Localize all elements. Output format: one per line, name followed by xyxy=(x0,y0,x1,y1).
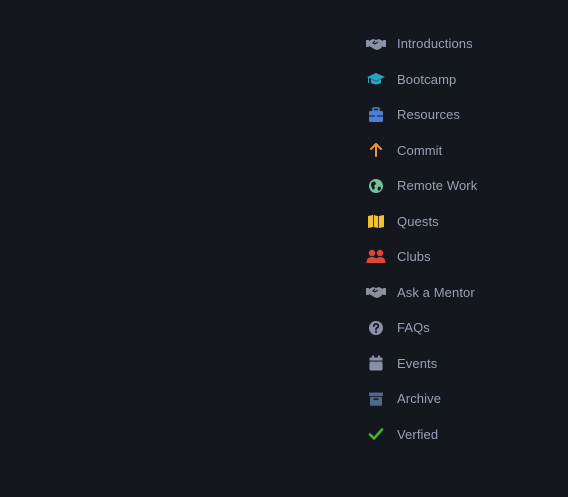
nav-item-resources[interactable]: Resources xyxy=(366,97,566,133)
nav-item-label: FAQs xyxy=(397,320,430,336)
nav-item-label: Verfied xyxy=(397,426,439,442)
nav-item-ask-a-mentor[interactable]: Ask a Mentor xyxy=(366,275,566,311)
nav-item-events[interactable]: Events xyxy=(366,346,566,382)
nav-item-faqs[interactable]: FAQs xyxy=(366,310,566,346)
checkmark-icon xyxy=(366,424,386,444)
arrow-up-icon xyxy=(366,140,386,160)
nav-item-label: Resources xyxy=(397,107,461,123)
nav-item-label: Commit xyxy=(397,142,443,158)
nav-item-quests[interactable]: Quests xyxy=(366,204,566,240)
nav-item-label: Introductions xyxy=(397,36,473,52)
nav-item-label: Quests xyxy=(397,213,439,229)
globe-icon xyxy=(366,176,386,196)
nav-item-label: Bootcamp xyxy=(397,71,457,87)
nav-item-label: Archive xyxy=(397,391,442,407)
nav-item-commit[interactable]: Commit xyxy=(366,133,566,169)
nav-item-verfied[interactable]: Verfied xyxy=(366,417,566,453)
calendar-icon xyxy=(366,353,386,373)
nav-item-label: Events xyxy=(397,355,438,371)
handshake-icon xyxy=(366,282,386,302)
map-icon xyxy=(366,211,386,231)
nav-item-label: Clubs xyxy=(397,249,431,265)
archive-box-icon xyxy=(366,389,386,409)
toolbox-icon xyxy=(366,105,386,125)
nav-item-bootcamp[interactable]: Bootcamp xyxy=(366,62,566,98)
graduation-cap-icon xyxy=(366,69,386,89)
nav-item-label: Ask a Mentor xyxy=(397,284,475,300)
handshake-icon xyxy=(366,34,386,54)
question-circle-icon xyxy=(366,318,386,338)
nav-item-archive[interactable]: Archive xyxy=(366,381,566,417)
nav-item-remote-work[interactable]: Remote Work xyxy=(366,168,566,204)
page: Introductions Bootcamp Resources Commit … xyxy=(0,0,568,497)
nav-item-clubs[interactable]: Clubs xyxy=(366,239,566,275)
nav-item-introductions[interactable]: Introductions xyxy=(366,26,566,62)
sidebar-nav: Introductions Bootcamp Resources Commit … xyxy=(366,26,566,452)
users-icon xyxy=(366,247,386,267)
nav-item-label: Remote Work xyxy=(397,178,478,194)
